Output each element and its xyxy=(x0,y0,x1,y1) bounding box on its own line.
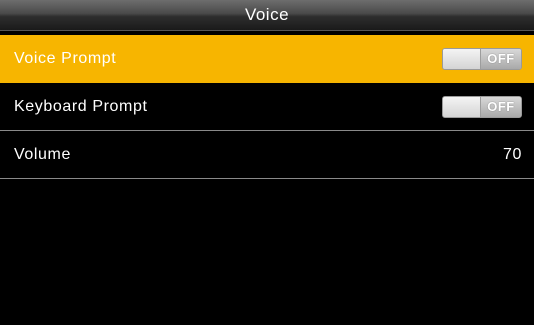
title-bar: Voice xyxy=(0,0,534,31)
menu-item-volume[interactable]: Volume 70 xyxy=(0,131,534,179)
voice-settings-screen: Voice Voice Prompt OFF Keyboard Prompt O… xyxy=(0,0,534,325)
toggle-state-label: OFF xyxy=(481,48,521,69)
voice-prompt-toggle[interactable]: OFF xyxy=(442,47,522,70)
toggle-state-label: OFF xyxy=(481,96,521,117)
menu-item-label: Volume xyxy=(14,145,71,163)
toggle-knob xyxy=(443,96,481,117)
page-title: Voice xyxy=(244,5,290,24)
menu-item-label: Voice Prompt xyxy=(14,49,117,67)
menu-item-keyboard-prompt[interactable]: Keyboard Prompt OFF xyxy=(0,83,534,131)
menu-item-label: Keyboard Prompt xyxy=(14,97,148,115)
volume-value: 70 xyxy=(503,145,522,163)
menu-list: Voice Prompt OFF Keyboard Prompt OFF Vol… xyxy=(0,35,534,179)
menu-item-voice-prompt[interactable]: Voice Prompt OFF xyxy=(0,35,534,83)
toggle-knob xyxy=(443,48,481,69)
keyboard-prompt-toggle[interactable]: OFF xyxy=(442,95,522,118)
